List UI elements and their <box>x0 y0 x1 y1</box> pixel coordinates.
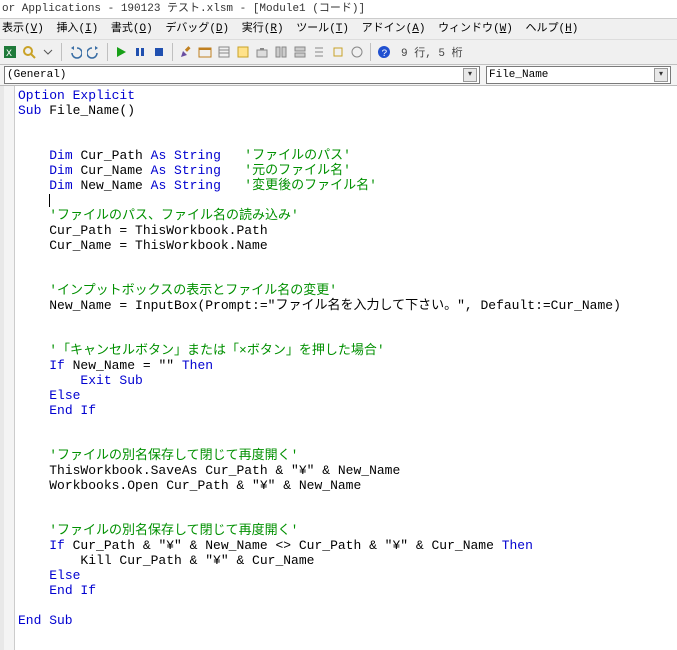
separator <box>61 43 62 61</box>
code-comment: '「キャンセルボタン」または「×ボタン」を押した場合' <box>49 343 384 358</box>
code-editor[interactable]: Option Explicit Sub File_Name() Dim Cur_… <box>0 86 677 650</box>
code-comment: 'インプットボックスの表示とファイル名の変更' <box>49 283 337 298</box>
code-token: Cur_Path <box>80 148 150 163</box>
dropdown-icon[interactable] <box>40 44 56 60</box>
menu-format[interactable]: 書式(O) <box>111 23 153 35</box>
code-token: New_Name = "" <box>73 358 182 373</box>
code-comment: 'ファイルのパス' <box>244 148 351 163</box>
code-nav-bar: (General) ▾ File_Name ▾ <box>0 65 677 86</box>
project-explorer-icon[interactable] <box>197 44 213 60</box>
find-icon[interactable] <box>21 44 37 60</box>
properties-icon[interactable] <box>216 44 232 60</box>
window-title: or Applications - 190123 テスト.xlsm - [Mod… <box>0 0 677 19</box>
text-cursor <box>49 194 50 207</box>
code-token: If <box>49 358 72 373</box>
chevron-down-icon: ▾ <box>654 68 668 82</box>
code-token: Then <box>182 358 213 373</box>
code-comment: '元のファイル名' <box>244 163 351 178</box>
chevron-down-icon: ▾ <box>463 68 477 82</box>
code-comment: '変更後のファイル名' <box>244 178 377 193</box>
separator <box>370 43 371 61</box>
tool5-icon[interactable] <box>349 44 365 60</box>
menu-addin[interactable]: アドイン(A) <box>362 23 426 35</box>
code-token: Dim <box>49 163 80 178</box>
procedure-dropdown[interactable]: File_Name ▾ <box>486 66 671 84</box>
menu-debug[interactable]: デバッグ(D) <box>165 23 229 35</box>
toolbar: X ? 9 行, 5 桁 <box>0 40 677 65</box>
code-token: Cur_Path = ThisWorkbook.Path <box>49 223 267 238</box>
code-token: End If <box>49 583 96 598</box>
code-token: Kill Cur_Path & "¥" & Cur_Name <box>80 553 314 568</box>
code-token: Exit Sub <box>80 373 142 388</box>
object-dropdown[interactable]: (General) ▾ <box>4 66 480 84</box>
code-token: New_Name <box>80 178 150 193</box>
help-icon[interactable]: ? <box>376 44 392 60</box>
tool-icon[interactable] <box>273 44 289 60</box>
code-content[interactable]: Option Explicit Sub File_Name() Dim Cur_… <box>18 88 677 628</box>
code-token: If <box>49 538 72 553</box>
excel-icon[interactable]: X <box>2 44 18 60</box>
code-comment: 'ファイルの別名保存して閉じて再度開く' <box>49 523 298 538</box>
code-comment: 'ファイルのパス、ファイル名の読み込み' <box>49 208 299 223</box>
design-mode-icon[interactable] <box>178 44 194 60</box>
menu-view[interactable]: 表示(V) <box>2 23 44 35</box>
code-token: As String <box>151 163 245 178</box>
code-token: Cur_Path & "¥" & New_Name <> Cur_Path & … <box>73 538 502 553</box>
code-token: File_Name() <box>49 103 135 118</box>
code-token: End Sub <box>18 613 73 628</box>
code-token: Cur_Name <box>80 163 150 178</box>
tool2-icon[interactable] <box>292 44 308 60</box>
code-token: As String <box>151 178 245 193</box>
code-token: Else <box>49 388 80 403</box>
code-token: Else <box>49 568 80 583</box>
tool4-icon[interactable] <box>330 44 346 60</box>
break-icon[interactable] <box>132 44 148 60</box>
menu-window[interactable]: ウィンドウ(W) <box>438 23 513 35</box>
svg-text:X: X <box>6 49 12 59</box>
code-token: Option Explicit <box>18 88 135 103</box>
menu-tools[interactable]: ツール(T) <box>296 23 349 35</box>
code-token: New_Name = InputBox(Prompt:="ファイル名を入力して下… <box>49 298 621 313</box>
menu-run[interactable]: 実行(R) <box>242 23 284 35</box>
code-token: Dim <box>49 178 80 193</box>
code-token: Cur_Name = ThisWorkbook.Name <box>49 238 267 253</box>
object-dropdown-value: (General) <box>7 68 66 82</box>
code-token: Then <box>502 538 533 553</box>
menu-bar: 表示(V) 挿入(I) 書式(O) デバッグ(D) 実行(R) ツール(T) ア… <box>0 19 677 40</box>
tool3-icon[interactable] <box>311 44 327 60</box>
separator <box>107 43 108 61</box>
object-browser-icon[interactable] <box>235 44 251 60</box>
window-title-text: or Applications - 190123 テスト.xlsm - [Mod… <box>2 3 365 15</box>
undo-icon[interactable] <box>67 44 83 60</box>
procedure-dropdown-value: File_Name <box>489 68 548 82</box>
code-token: Sub <box>18 103 49 118</box>
code-comment: 'ファイルの別名保存して閉じて再度開く' <box>49 448 298 463</box>
margin-bar <box>4 86 15 650</box>
cursor-position: 9 行, 5 桁 <box>401 44 463 60</box>
svg-text:?: ? <box>382 49 388 59</box>
separator <box>172 43 173 61</box>
code-token: ThisWorkbook.SaveAs Cur_Path & "¥" & New… <box>49 463 400 478</box>
code-token: As String <box>151 148 245 163</box>
code-token: Workbooks.Open Cur_Path & "¥" & New_Name <box>49 478 361 493</box>
toolbox-icon[interactable] <box>254 44 270 60</box>
menu-help[interactable]: ヘルプ(H) <box>526 23 579 35</box>
reset-icon[interactable] <box>151 44 167 60</box>
menu-insert[interactable]: 挿入(I) <box>56 23 98 35</box>
code-token: Dim <box>49 148 80 163</box>
code-token: End If <box>49 403 96 418</box>
redo-icon[interactable] <box>86 44 102 60</box>
run-icon[interactable] <box>113 44 129 60</box>
